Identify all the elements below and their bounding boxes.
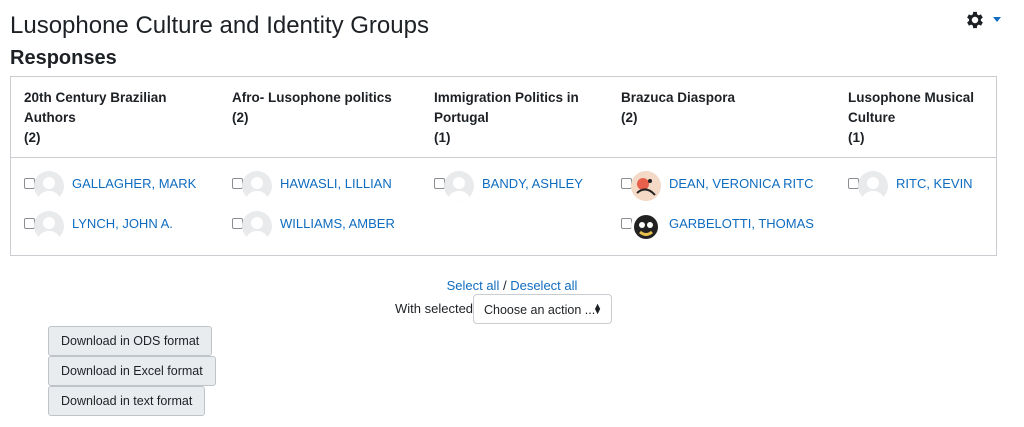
- avatar: [242, 171, 272, 201]
- column-count: (1): [434, 130, 451, 145]
- select-arrows-icon: ▲ ▼: [593, 301, 602, 316]
- with-selected-label: With selected: [395, 301, 474, 316]
- link-separator: /: [502, 278, 507, 293]
- avatar: [858, 171, 888, 201]
- avatar: [444, 171, 474, 201]
- avatar: [631, 211, 661, 241]
- participant-name-link[interactable]: HAWASLI, LILLIAN: [280, 176, 392, 191]
- column-title: 20th Century Brazilian Authors: [24, 90, 167, 125]
- participant-name-link[interactable]: DEAN, VERONICA RITC: [669, 176, 813, 191]
- download-ods-button[interactable]: Download in ODS format: [48, 326, 213, 356]
- settings-menu-button[interactable]: [962, 8, 1002, 30]
- participant-name-link[interactable]: WILLIAMS, AMBER: [280, 216, 395, 231]
- column-title: Afro- Lusophone politics: [232, 90, 392, 105]
- column-header: Lusophone Musical Culture (1): [848, 88, 988, 148]
- column-count: (2): [232, 110, 249, 125]
- action-select-value: Choose an action ...: [484, 303, 596, 317]
- column-title: Lusophone Musical Culture: [848, 90, 975, 125]
- caret-down-icon: [993, 17, 1001, 22]
- gear-icon: [967, 11, 983, 29]
- section-title: Responses: [10, 47, 117, 69]
- participant-name-link[interactable]: GALLAGHER, MARK: [72, 176, 196, 191]
- download-text-button[interactable]: Download in text format: [48, 386, 206, 416]
- column-header: Immigration Politics in Portugal (1): [434, 88, 604, 148]
- column-count: (2): [24, 130, 41, 145]
- column-header: 20th Century Brazilian Authors (2): [24, 88, 194, 148]
- deselect-all-link[interactable]: Deselect all: [510, 278, 577, 293]
- participant-name-link[interactable]: GARBELOTTI, THOMAS: [669, 216, 814, 231]
- selection-links: Select all / Deselect all: [0, 278, 1024, 293]
- avatar: [631, 171, 661, 201]
- column-title: Immigration Politics in Portugal: [434, 90, 579, 125]
- column-count: (2): [621, 110, 638, 125]
- page-title: Lusophone Culture and Identity Groups: [10, 12, 429, 39]
- download-excel-button[interactable]: Download in Excel format: [48, 356, 216, 386]
- select-all-link[interactable]: Select all: [447, 278, 500, 293]
- column-title: Brazuca Diaspora: [621, 90, 736, 105]
- avatar: [242, 211, 272, 241]
- action-select[interactable]: Choose an action ... ▲ ▼: [473, 294, 612, 324]
- responses-table: 20th Century Brazilian Authors (2) GALLA…: [10, 76, 997, 256]
- column-header: Brazuca Diaspora (2): [621, 88, 791, 128]
- participant-name-link[interactable]: BANDY, ASHLEY: [482, 176, 583, 191]
- column-header: Afro- Lusophone politics (2): [232, 88, 402, 128]
- avatar: [34, 211, 64, 241]
- participant-name-link[interactable]: RITC, KEVIN: [896, 176, 973, 191]
- avatar: [34, 171, 64, 201]
- column-count: (1): [848, 130, 865, 145]
- participant-name-link[interactable]: LYNCH, JOHN A.: [72, 216, 173, 231]
